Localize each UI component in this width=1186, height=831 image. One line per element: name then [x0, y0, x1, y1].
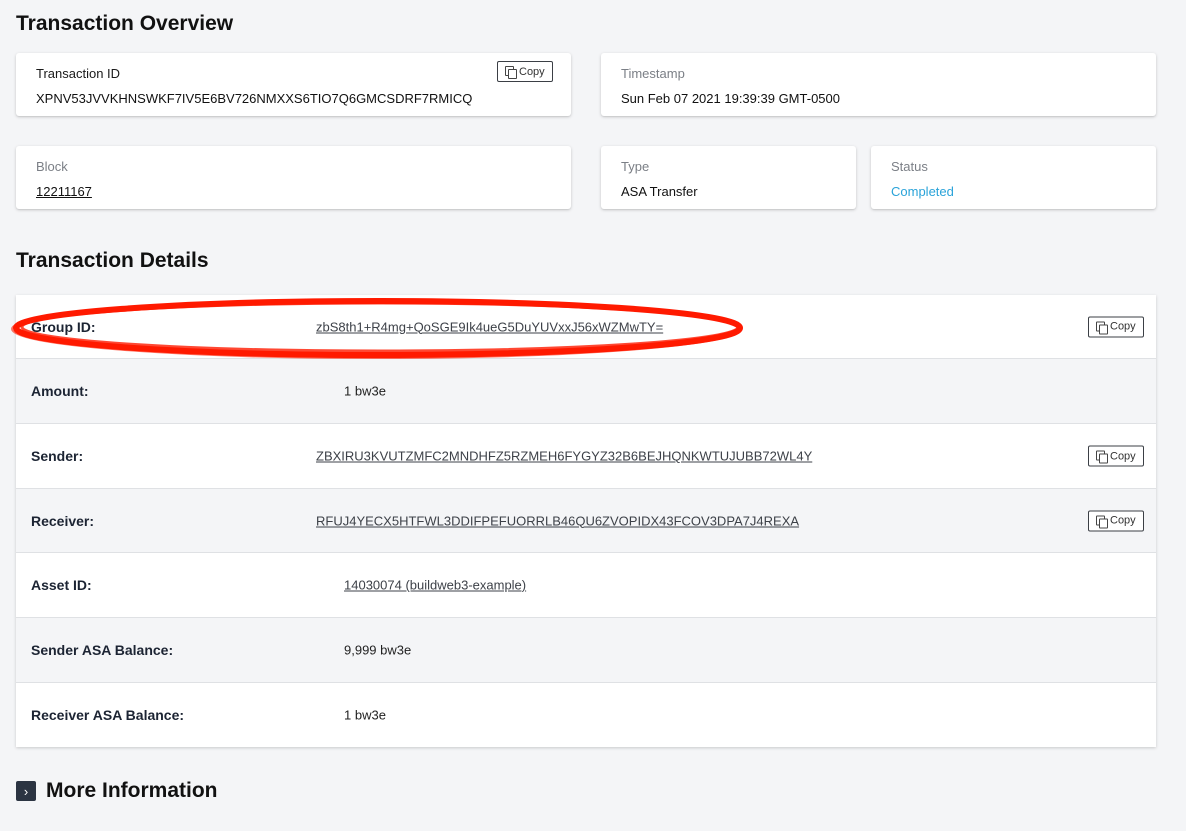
type-value: ASA Transfer	[621, 184, 698, 199]
copy-label: Copy	[1110, 450, 1136, 462]
timestamp-label: Timestamp	[621, 66, 685, 81]
status-value: Completed	[891, 184, 954, 199]
copy-label: Copy	[1110, 320, 1136, 333]
type-label: Type	[621, 159, 650, 174]
more-information-label: More Information	[46, 779, 218, 802]
detail-row-amount: Amount: 1 bw3e	[16, 359, 1156, 424]
overview-title: Transaction Overview	[16, 12, 234, 35]
status-card: Status Completed	[871, 146, 1156, 209]
detail-label: Group ID:	[31, 318, 96, 335]
detail-label: Receiver ASA Balance:	[31, 707, 185, 723]
detail-row-group-id: Group ID: zbS8th1+R4mg+QoSGE9Ik4ueG5DuYU…	[16, 295, 1156, 359]
detail-label: Asset ID:	[31, 577, 92, 593]
detail-row-receiver-balance: Receiver ASA Balance: 1 bw3e	[16, 683, 1156, 747]
amount-value: 1 bw3e	[344, 383, 386, 399]
sender-address-link[interactable]: ZBXIRU3KVUTZMFC2MNDHFZ5RZMEH6FYGYZ32B6BE…	[316, 449, 812, 464]
copy-icon	[1096, 321, 1108, 334]
copy-group-id-button[interactable]: Copy	[1088, 316, 1144, 337]
transaction-id-label: Transaction ID	[36, 66, 121, 81]
receiver-address-link[interactable]: RFUJ4YECX5HTFWL3DDIFPEFUORRLB46QU6ZVOPID…	[316, 513, 799, 528]
detail-row-asset-id: Asset ID: 14030074 (buildweb3-example)	[16, 553, 1156, 618]
copy-icon	[1096, 515, 1108, 528]
group-id-link[interactable]: zbS8th1+R4mg+QoSGE9Ik4ueG5DuYUVxxJ56xWZM…	[316, 319, 663, 334]
copy-label: Copy	[519, 65, 545, 78]
detail-label: Sender ASA Balance:	[31, 642, 174, 658]
copy-sender-button[interactable]: Copy	[1088, 445, 1144, 467]
block-label: Block	[36, 159, 68, 174]
chevron-right-icon: ›	[16, 781, 36, 801]
more-information-toggle[interactable]: › More Information	[16, 779, 218, 803]
detail-row-sender: Sender: ZBXIRU3KVUTZMFC2MNDHFZ5RZMEH6FYG…	[16, 424, 1156, 489]
receiver-balance-value: 1 bw3e	[344, 707, 386, 723]
sender-balance-value: 9,999 bw3e	[344, 642, 412, 658]
copy-icon	[1096, 450, 1108, 464]
block-card: Block 12211167	[16, 146, 571, 209]
status-label: Status	[891, 159, 928, 174]
asset-id-link[interactable]: 14030074 (buildweb3-example)	[344, 578, 526, 593]
copy-receiver-button[interactable]: Copy	[1088, 510, 1144, 531]
transaction-id-value: XPNV53JVVKHNSWKF7IV5E6BV726NMXXS6TIO7Q6G…	[36, 91, 473, 106]
detail-label: Sender:	[31, 448, 84, 464]
detail-label: Amount:	[31, 383, 89, 399]
details-title: Transaction Details	[16, 249, 209, 272]
detail-row-receiver: Receiver: RFUJ4YECX5HTFWL3DDIFPEFUORRLB4…	[16, 489, 1156, 553]
transaction-id-card: Transaction ID XPNV53JVVKHNSWKF7IV5E6BV7…	[16, 53, 571, 116]
detail-label: Receiver:	[31, 512, 95, 529]
type-card: Type ASA Transfer	[601, 146, 856, 209]
detail-row-sender-balance: Sender ASA Balance: 9,999 bw3e	[16, 618, 1156, 683]
timestamp-value: Sun Feb 07 2021 19:39:39 GMT-0500	[621, 91, 840, 106]
copy-label: Copy	[1110, 514, 1136, 527]
copy-icon	[505, 66, 517, 79]
copy-transaction-id-button[interactable]: Copy	[497, 61, 553, 82]
block-link[interactable]: 12211167	[36, 184, 92, 199]
transaction-details-table: Group ID: zbS8th1+R4mg+QoSGE9Ik4ueG5DuYU…	[16, 295, 1156, 747]
timestamp-card: Timestamp Sun Feb 07 2021 19:39:39 GMT-0…	[601, 53, 1156, 116]
